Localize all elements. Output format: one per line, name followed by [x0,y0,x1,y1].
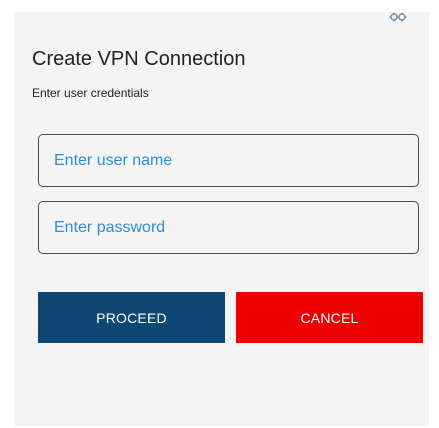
dialog-subtitle: Enter user credentials [32,86,149,100]
password-input[interactable] [39,202,418,253]
cancel-button[interactable]: CANCEL [236,292,423,343]
proceed-button[interactable]: PROCEED [38,292,225,343]
dialog-title: Create VPN Connection [32,48,246,70]
username-input[interactable] [39,135,418,186]
password-field[interactable] [38,201,419,254]
username-field[interactable] [38,134,419,187]
settings-gear-icon [388,10,408,22]
